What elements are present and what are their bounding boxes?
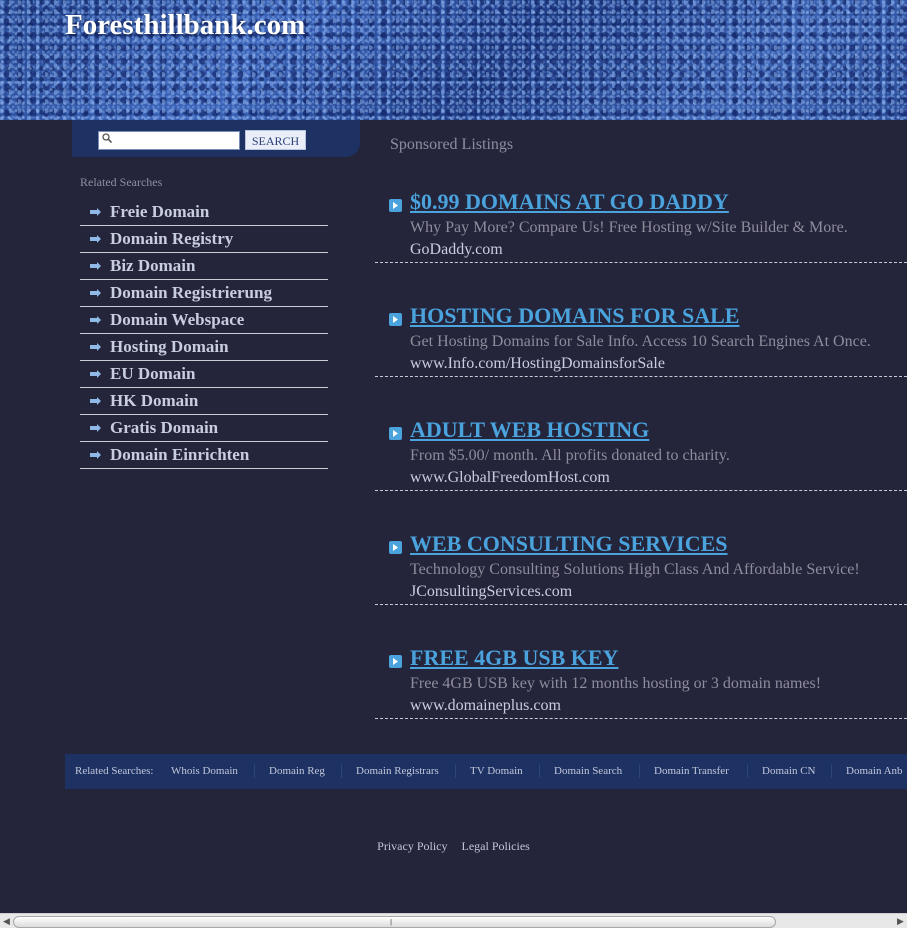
arrow-bullet-icon (90, 343, 101, 351)
related-item[interactable]: Domain Webspace (80, 307, 328, 334)
related-item-label[interactable]: Domain Registrierung (110, 283, 272, 303)
footer-related-bar: Related Searches: Whois Domain Domain Re… (65, 754, 907, 789)
arrow-bullet-icon (90, 289, 101, 297)
arrow-bullet-icon (90, 235, 101, 243)
grip-icon: ||| (390, 918, 392, 926)
listing-headline-link[interactable]: WEB CONSULTING SERVICES (410, 531, 728, 557)
related-item[interactable]: Domain Registrierung (80, 280, 328, 307)
listing-description: Why Pay More? Compare Us! Free Hosting w… (410, 219, 848, 236)
footer-divider (539, 764, 540, 778)
listing-url-link[interactable]: GoDaddy.com (410, 241, 503, 259)
related-item[interactable]: Hosting Domain (80, 334, 328, 361)
arrow-bullet-icon (90, 424, 101, 432)
footer-related-link[interactable]: TV Domain (470, 765, 523, 777)
listing-url-link[interactable]: www.domaineplus.com (410, 697, 561, 715)
legal-policies-link[interactable]: Legal Policies (462, 839, 530, 853)
site-title: Foresthillbank.com (65, 9, 306, 41)
related-item[interactable]: Domain Registry (80, 226, 328, 253)
search-panel: SEARCH (72, 120, 360, 157)
arrow-right-icon (389, 541, 402, 554)
scroll-left-icon[interactable]: ◀ (0, 915, 13, 928)
listing-headline-link[interactable]: HOSTING DOMAINS FOR SALE (410, 303, 739, 329)
arrow-bullet-icon (90, 316, 101, 324)
footer-related-link[interactable]: Domain Anb (846, 765, 903, 777)
related-item-label[interactable]: Domain Registry (110, 229, 233, 249)
arrow-right-icon (389, 313, 402, 326)
search-field[interactable] (98, 131, 240, 150)
listing-url-link[interactable]: www.GlobalFreedomHost.com (410, 469, 610, 487)
related-item[interactable]: Freie Domain (80, 199, 328, 226)
listing-headline-link[interactable]: $0.99 DOMAINS AT GO DADDY (410, 189, 729, 215)
footer-divider (254, 764, 255, 778)
arrow-right-icon (389, 199, 402, 212)
listing-headline-link[interactable]: ADULT WEB HOSTING (410, 417, 649, 443)
listing-description: Free 4GB USB key with 12 months hosting … (410, 675, 822, 692)
privacy-policy-link[interactable]: Privacy Policy (377, 839, 447, 853)
related-item-label[interactable]: Freie Domain (110, 202, 209, 222)
arrow-right-icon (389, 427, 402, 440)
search-icon (102, 133, 112, 143)
arrow-bullet-icon (90, 397, 101, 405)
related-item[interactable]: Domain Einrichten (80, 442, 328, 469)
footer-divider (831, 764, 832, 778)
arrow-bullet-icon (90, 208, 101, 216)
sponsored-listing: $0.99 DOMAINS AT GO DADDY Why Pay More? … (375, 148, 907, 263)
related-item-label[interactable]: Domain Webspace (110, 310, 244, 330)
search-input[interactable] (117, 132, 235, 147)
footer-divider (747, 764, 748, 778)
related-item[interactable]: Biz Domain (80, 253, 328, 280)
related-item-label[interactable]: Gratis Domain (110, 418, 218, 438)
related-item[interactable]: Gratis Domain (80, 415, 328, 442)
sponsored-listing: FREE 4GB USB KEY Free 4GB USB key with 1… (375, 604, 907, 719)
scroll-right-icon[interactable]: ▶ (894, 915, 907, 928)
arrow-bullet-icon (90, 451, 101, 459)
related-searches-list: Freie Domain Domain Registry Biz Domain … (80, 199, 328, 469)
related-item-label[interactable]: Hosting Domain (110, 337, 229, 357)
footer-divider (639, 764, 640, 778)
footer-related-link[interactable]: Whois Domain (171, 765, 238, 777)
footer-related-link[interactable]: Domain CN (762, 765, 815, 777)
listing-description: Get Hosting Domains for Sale Info. Acces… (410, 333, 871, 350)
footer-divider (455, 764, 456, 778)
search-button[interactable]: SEARCH (245, 130, 306, 150)
footer-related-link[interactable]: Domain Search (554, 765, 622, 777)
related-item-label[interactable]: EU Domain (110, 364, 195, 384)
listing-url-link[interactable]: www.Info.com/HostingDomainsforSale (410, 355, 665, 373)
related-item[interactable]: EU Domain (80, 361, 328, 388)
arrow-bullet-icon (90, 262, 101, 270)
bottom-links: Privacy Policy Legal Policies (0, 837, 907, 855)
related-item-label[interactable]: HK Domain (110, 391, 198, 411)
arrow-right-icon (389, 655, 402, 668)
sponsored-listing: WEB CONSULTING SERVICES Technology Consu… (375, 490, 907, 605)
footer-divider (341, 764, 342, 778)
header-banner: Foresthillbank.com (0, 0, 907, 120)
listing-description: From $5.00/ month. All profits donated t… (410, 447, 730, 464)
footer-related-link[interactable]: Domain Registrars (356, 765, 439, 777)
related-item-label[interactable]: Biz Domain (110, 256, 195, 276)
arrow-bullet-icon (90, 370, 101, 378)
listing-url-link[interactable]: JConsultingServices.com (410, 583, 572, 601)
sponsored-listing: HOSTING DOMAINS FOR SALE Get Hosting Dom… (375, 262, 907, 377)
footer-related-link[interactable]: Domain Reg (269, 765, 325, 777)
scrollbar-thumb[interactable]: ||| (13, 916, 776, 928)
listing-headline-link[interactable]: FREE 4GB USB KEY (410, 645, 618, 671)
footer-related-link[interactable]: Domain Transfer (654, 765, 729, 777)
footer-related-label: Related Searches: (75, 765, 154, 777)
horizontal-scrollbar[interactable]: ◀ ||| ▶ (0, 913, 907, 928)
page: Foresthillbank.com SEARCH Related Search… (0, 0, 907, 928)
related-item[interactable]: HK Domain (80, 388, 328, 415)
related-item-label[interactable]: Domain Einrichten (110, 445, 249, 465)
listing-description: Technology Consulting Solutions High Cla… (410, 561, 860, 578)
sponsored-listing: ADULT WEB HOSTING From $5.00/ month. All… (375, 376, 907, 491)
related-searches-title: Related Searches (80, 175, 163, 189)
